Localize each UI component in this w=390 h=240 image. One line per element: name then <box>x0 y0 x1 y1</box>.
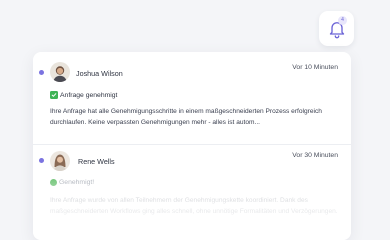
unread-indicator <box>39 158 44 163</box>
notification-message: Ihre Anfrage wurde von allen Teilnehmern… <box>50 197 338 215</box>
status-line: Anfrage genehmigt <box>50 91 117 99</box>
sender-name: Rene Wells <box>78 157 115 166</box>
unread-indicator <box>39 70 44 75</box>
notifications-panel: Joshua Wilson Vor 10 Minuten Anfrage gen… <box>33 52 351 240</box>
timestamp: Vor 30 Minuten <box>292 152 338 159</box>
notification-item[interactable]: Rene Wells Vor 30 Minuten Genehmigt! Ihr… <box>33 144 351 240</box>
avatar <box>50 151 70 171</box>
notification-item[interactable]: Joshua Wilson Vor 10 Minuten Anfrage gen… <box>33 52 351 144</box>
sender-name: Joshua Wilson <box>76 69 123 78</box>
status-line: Genehmigt! <box>50 179 94 186</box>
notification-count-badge: 4 <box>338 16 347 25</box>
check-square-icon <box>50 91 58 99</box>
notification-message: Ihre Anfrage hat alle Genehmigungsschrit… <box>50 108 322 126</box>
green-circle-icon <box>50 179 57 186</box>
notifications-bell-button[interactable]: 4 <box>319 11 354 46</box>
timestamp: Vor 10 Minuten <box>292 64 338 71</box>
status-label: Genehmigt! <box>59 179 95 186</box>
status-label: Anfrage genehmigt <box>60 91 118 99</box>
avatar <box>50 62 70 82</box>
